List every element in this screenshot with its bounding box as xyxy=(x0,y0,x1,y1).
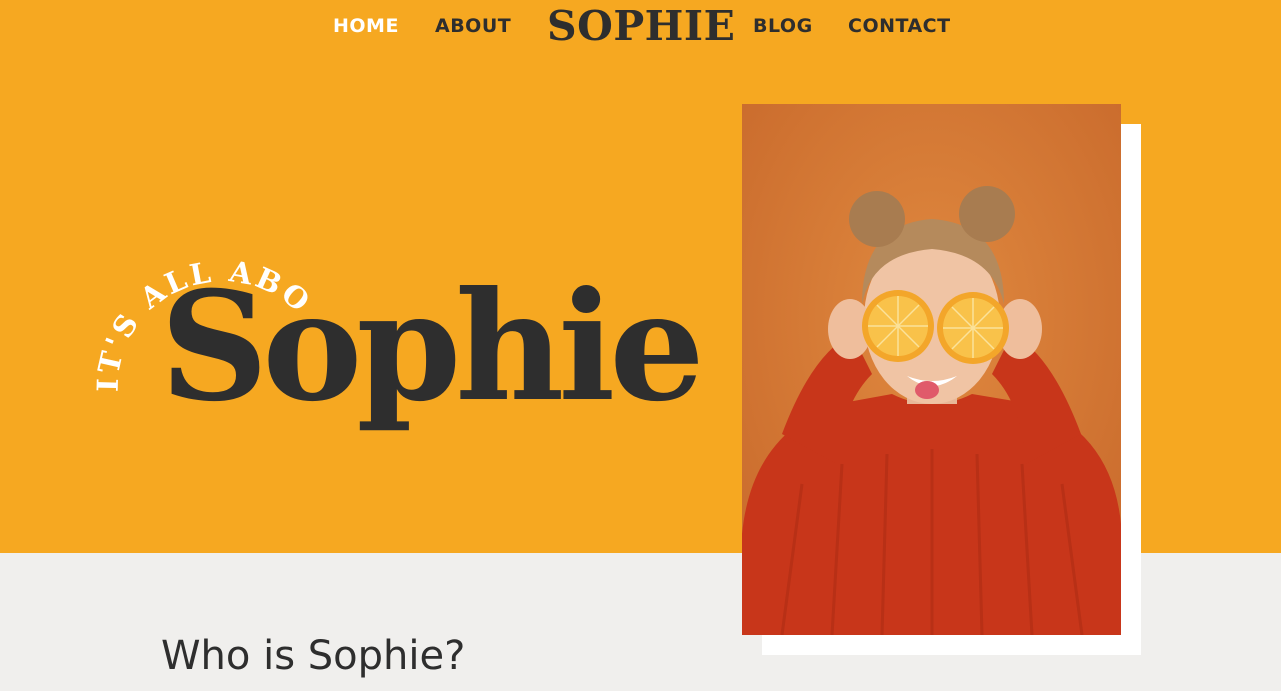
main-nav: HOME ABOUT SOPHIE BLOG CONTACT xyxy=(0,0,1281,56)
hero-photo-illustration xyxy=(742,104,1121,635)
nav-about-link[interactable]: ABOUT xyxy=(435,15,511,37)
hero-title: Sophie xyxy=(160,259,705,435)
about-section-title: Who is Sophie? xyxy=(161,633,466,679)
nav-blog-link[interactable]: BLOG xyxy=(753,15,813,37)
hero-photo xyxy=(742,104,1121,635)
nav-contact-link[interactable]: CONTACT xyxy=(848,15,951,37)
site-logo[interactable]: SOPHIE xyxy=(547,2,735,50)
nav-home-link[interactable]: HOME xyxy=(333,15,399,37)
